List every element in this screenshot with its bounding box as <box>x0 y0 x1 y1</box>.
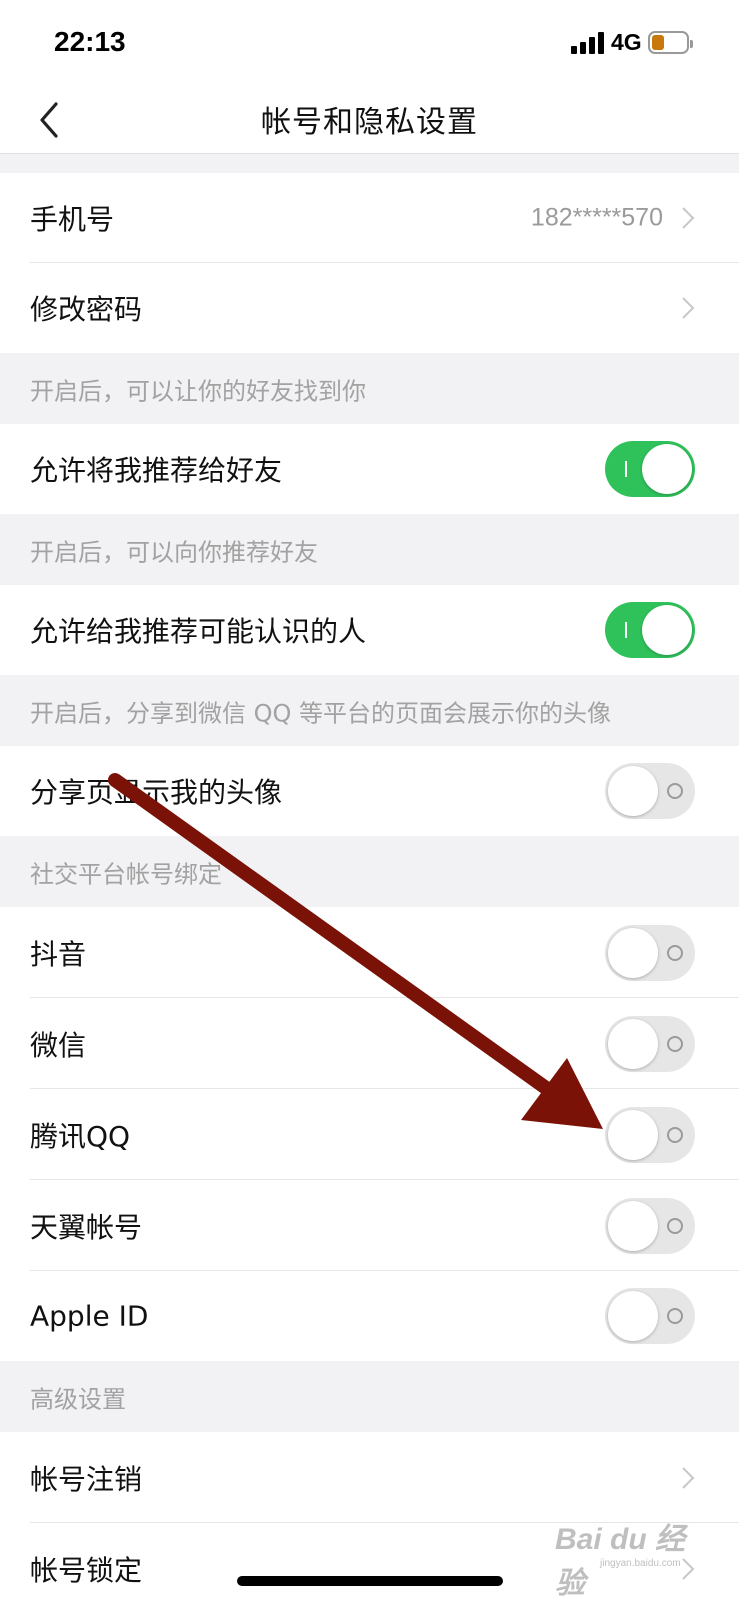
phone-value: 182*****570 <box>530 203 663 232</box>
wechat-toggle[interactable] <box>605 1015 695 1072</box>
recommend-people-label: 允许给我推荐可能认识的人 <box>30 615 367 648</box>
section-caption-advanced: 高级设置 <box>0 1361 739 1432</box>
signal-icon <box>571 32 605 54</box>
baidu-watermark-sub: jingyan.baidu.com <box>600 1558 681 1569</box>
caption-text: 开启后，分享到微信 QQ 等平台的页面会展示你的头像 <box>30 699 612 727</box>
page-title: 帐号和隐私设置 <box>261 105 478 140</box>
qq-toggle[interactable] <box>605 1106 695 1163</box>
social-label: Apple ID <box>30 1299 149 1333</box>
social-row-tianyi: 天翼帐号 <box>0 1180 739 1271</box>
social-label: 抖音 <box>30 937 87 971</box>
recommend-me-label: 允许将我推荐给好友 <box>30 454 283 487</box>
social-label: 微信 <box>30 1028 87 1062</box>
section-caption-find-me: 开启后，可以让你的好友找到你 <box>0 353 739 424</box>
social-row-apple-id: Apple ID <box>0 1271 739 1361</box>
recommend-people-row: 允许给我推荐可能认识的人 <box>0 585 739 675</box>
phone-label: 手机号 <box>30 203 115 236</box>
chevron-right-icon <box>682 1466 695 1489</box>
change-password-label: 修改密码 <box>30 293 143 326</box>
social-row-douyin: 抖音 <box>0 907 739 998</box>
account-cancel-label: 帐号注销 <box>30 1462 143 1496</box>
show-avatar-row: 分享页显示我的头像 <box>0 746 739 836</box>
social-row-qq: 腾讯QQ <box>0 1089 739 1180</box>
tianyi-toggle[interactable] <box>605 1197 695 1254</box>
baidu-watermark: Bai du 经验 <box>555 1523 686 1600</box>
battery-icon <box>648 31 693 54</box>
chevron-right-icon <box>682 207 695 229</box>
caption-text: 高级设置 <box>30 1385 126 1413</box>
chevron-right-icon <box>682 1557 695 1580</box>
chevron-right-icon <box>682 297 695 319</box>
network-type: 4G <box>611 29 642 55</box>
social-label: 天翼帐号 <box>30 1210 143 1244</box>
recommend-me-to-friends-row: 允许将我推荐给好友 <box>0 424 739 514</box>
social-row-wechat: 微信 <box>0 998 739 1089</box>
account-lock-label: 帐号锁定 <box>30 1553 143 1587</box>
caption-text: 社交平台帐号绑定 <box>30 860 222 888</box>
section-caption-recommend: 开启后，可以向你推荐好友 <box>0 514 739 585</box>
recommend-me-toggle[interactable] <box>605 441 695 497</box>
show-avatar-label: 分享页显示我的头像 <box>30 776 283 809</box>
douyin-toggle[interactable] <box>605 924 695 981</box>
nav-bar: 帐号和隐私设置 <box>0 88 739 154</box>
caption-text: 开启后，可以向你推荐好友 <box>30 538 318 566</box>
social-label: 腾讯QQ <box>30 1119 131 1153</box>
recommend-people-toggle[interactable] <box>605 602 695 658</box>
caption-text: 开启后，可以让你的好友找到你 <box>30 377 366 405</box>
apple-id-toggle[interactable] <box>605 1288 695 1344</box>
phone-row[interactable]: 手机号 182*****570 <box>0 173 739 263</box>
account-cancel-row[interactable]: 帐号注销 <box>0 1432 739 1523</box>
change-password-row[interactable]: 修改密码 <box>0 263 739 353</box>
section-caption-social: 社交平台帐号绑定 <box>0 836 739 907</box>
home-indicator[interactable] <box>237 1576 503 1586</box>
section-caption-avatar: 开启后，分享到微信 QQ 等平台的页面会展示你的头像 <box>0 675 739 746</box>
show-avatar-toggle[interactable] <box>605 763 695 819</box>
status-time: 22:13 <box>54 26 126 57</box>
status-bar: 22:13 4G <box>0 0 739 88</box>
